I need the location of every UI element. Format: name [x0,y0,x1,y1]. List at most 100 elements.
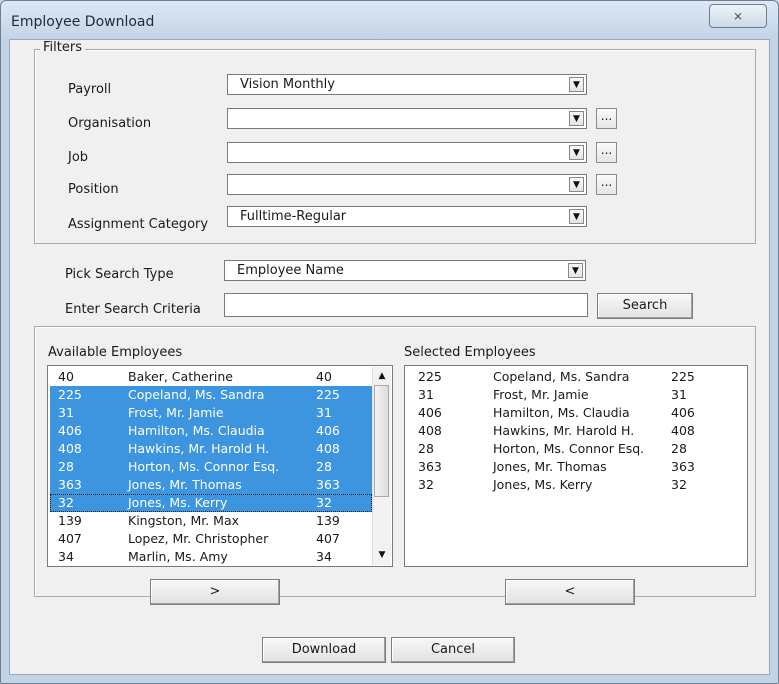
assignment-category-value: Fulltime-Regular [240,209,347,224]
employee-number: 408 [316,441,340,456]
search-type-label: Pick Search Type [65,267,174,282]
list-item[interactable]: 28 Horton, Ms. Connor Esq. 28 [50,458,372,476]
employee-name: Copeland, Ms. Sandra [493,369,630,384]
chevron-down-icon[interactable]: ▼ [569,177,584,192]
position-lookup-button[interactable]: ... [596,174,617,195]
employee-id: 32 [58,495,74,510]
list-item[interactable]: 406 Hamilton, Ms. Claudia 406 [407,404,745,422]
position-combo[interactable]: ▼ [227,174,587,195]
employee-id: 363 [58,477,82,492]
employee-id: 31 [58,405,74,420]
employee-id: 408 [418,423,442,438]
list-item[interactable]: 32 Jones, Ms. Kerry 32 [407,476,745,494]
list-item[interactable]: 139 Kingston, Mr. Max 139 [50,512,372,530]
employee-id: 225 [418,369,442,384]
employee-number: 407 [316,531,340,546]
employee-name: Jones, Mr. Thomas [493,459,607,474]
selected-employees-list[interactable]: 225 Copeland, Ms. Sandra 225 31 Frost, Mr. J… [404,365,748,567]
list-item[interactable]: 407 Lopez, Mr. Christopher 407 [50,530,372,548]
search-criteria-label: Enter Search Criteria [65,302,201,317]
employee-id: 139 [58,513,82,528]
available-employees-list[interactable]: ▲ ▼ 40 Baker, Catherine 40 225 Copeland, Ms.… [47,365,393,567]
employee-id: 407 [58,531,82,546]
employee-name: Frost, Mr. Jamie [128,405,224,420]
employee-number: 363 [316,477,340,492]
payroll-label: Payroll [68,82,112,97]
employee-name: Hawkins, Mr. Harold H. [128,441,270,456]
assignment-category-combo[interactable]: Fulltime-Regular ▼ [227,206,587,227]
employee-id: 32 [418,477,434,492]
remove-employee-button[interactable]: < [505,579,635,605]
chevron-down-icon[interactable]: ▼ [569,209,584,224]
dialog-body: Filters Payroll Vision Monthly ▼ Organis… [9,39,770,675]
organisation-combo[interactable]: ▼ [227,108,587,129]
download-button[interactable]: Download [262,637,386,663]
employee-number: 363 [671,459,695,474]
list-item[interactable]: 34 Marlin, Ms. Amy 34 [50,548,372,566]
scroll-down-icon[interactable]: ▼ [373,547,391,564]
search-criteria-input[interactable] [224,293,588,317]
list-item[interactable]: 363 Jones, Mr. Thomas 363 [407,458,745,476]
title-bar[interactable]: Employee Download ⨯ [1,1,778,39]
employee-number: 406 [671,405,695,420]
employee-name: Baker, Catherine [128,369,233,384]
employee-number: 225 [671,369,695,384]
available-scrollbar[interactable]: ▲ ▼ [372,367,391,565]
employee-number: 32 [671,477,687,492]
employee-id: 363 [418,459,442,474]
list-item[interactable]: 363 Jones, Mr. Thomas 363 [50,476,372,494]
employee-number: 31 [316,405,332,420]
employee-number: 406 [316,423,340,438]
employee-name: Jones, Ms. Kerry [128,495,228,510]
employee-name: Jones, Ms. Kerry [493,477,593,492]
position-label: Position [68,182,119,197]
employee-name: Hamilton, Ms. Claudia [493,405,630,420]
employee-name: Copeland, Ms. Sandra [128,387,265,402]
chevron-down-icon[interactable]: ▼ [569,77,584,92]
list-item[interactable]: 225 Copeland, Ms. Sandra 225 [407,368,745,386]
search-type-value: Employee Name [237,263,344,278]
chevron-down-icon[interactable]: ▼ [568,263,583,278]
job-label: Job [68,150,89,165]
employee-id: 225 [58,387,82,402]
job-lookup-button[interactable]: ... [596,142,617,163]
filters-legend: Filters [40,40,85,55]
list-item[interactable]: 406 Hamilton, Ms. Claudia 406 [50,422,372,440]
employee-number: 408 [671,423,695,438]
employee-number: 28 [671,441,687,456]
employee-number: 32 [316,495,332,510]
employee-number: 40 [316,369,332,384]
payroll-value: Vision Monthly [240,77,335,92]
list-item[interactable]: 408 Hawkins, Mr. Harold H. 408 [407,422,745,440]
scroll-thumb[interactable] [374,385,389,497]
employee-id: 408 [58,441,82,456]
job-combo[interactable]: ▼ [227,142,587,163]
list-item[interactable]: 31 Frost, Mr. Jamie 31 [407,386,745,404]
employee-id: 40 [58,369,74,384]
organisation-lookup-button[interactable]: ... [596,108,617,129]
list-item[interactable]: 31 Frost, Mr. Jamie 31 [50,404,372,422]
employee-name: Marlin, Ms. Amy [128,549,228,564]
employee-number: 28 [316,459,332,474]
list-item[interactable]: 28 Horton, Ms. Connor Esq. 28 [407,440,745,458]
chevron-down-icon[interactable]: ▼ [569,111,584,126]
list-item[interactable]: 32 Jones, Ms. Kerry 32 [50,494,372,512]
list-item[interactable]: 40 Baker, Catherine 40 [50,368,372,386]
close-button[interactable]: ⨯ [709,4,767,28]
cancel-button[interactable]: Cancel [391,637,515,663]
list-item[interactable]: 225 Copeland, Ms. Sandra 225 [50,386,372,404]
chevron-down-icon[interactable]: ▼ [569,145,584,160]
employee-name: Frost, Mr. Jamie [493,387,589,402]
employee-name: Horton, Ms. Connor Esq. [493,441,645,456]
search-button[interactable]: Search [597,293,693,319]
add-employee-button[interactable]: > [150,579,280,605]
employee-name: Jones, Mr. Thomas [128,477,242,492]
employee-download-window: Employee Download ⨯ Filters Payroll Visi… [0,0,779,684]
employee-number: 225 [316,387,340,402]
employee-number: 34 [316,549,332,564]
payroll-combo[interactable]: Vision Monthly ▼ [227,74,587,95]
list-item[interactable]: 408 Hawkins, Mr. Harold H. 408 [50,440,372,458]
search-type-combo[interactable]: Employee Name ▼ [224,260,586,281]
employee-id: 28 [418,441,434,456]
scroll-up-icon[interactable]: ▲ [373,368,391,385]
